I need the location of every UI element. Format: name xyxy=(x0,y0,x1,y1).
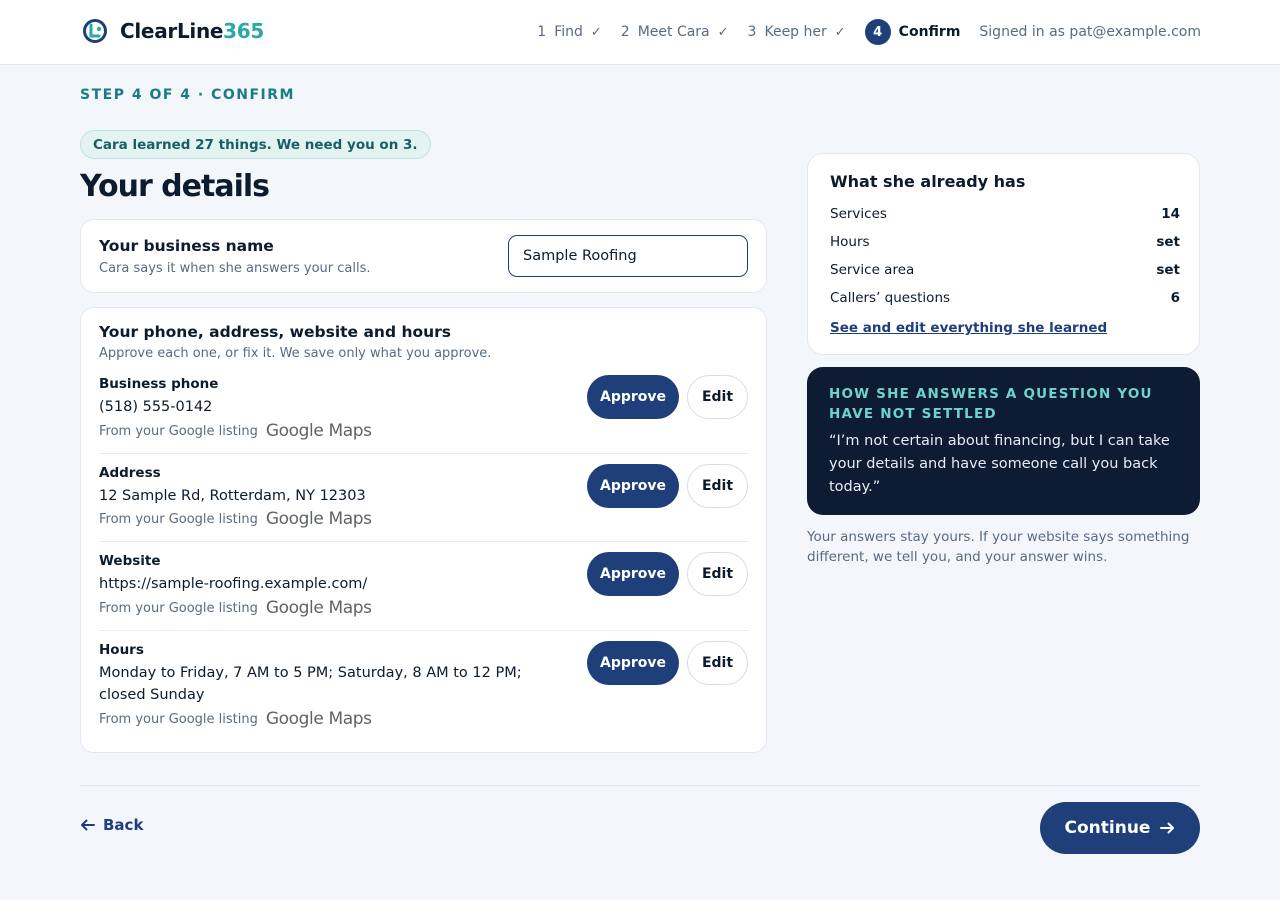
step-eyebrow: STEP 4 OF 4 · CONFIRM xyxy=(80,87,295,103)
step-label: Confirm xyxy=(898,24,961,40)
step-label: Find xyxy=(554,24,583,40)
row-divider xyxy=(99,630,749,631)
see-everything-link[interactable]: See and edit everything she learned xyxy=(830,320,1107,336)
stat-row-callers-questions: Callers’ questions 6 xyxy=(830,290,1180,306)
already-has-title: What she already has xyxy=(830,172,1026,191)
detail-source: From your Google listing Google Maps xyxy=(99,598,372,618)
details-title: Your phone, address, website and hours xyxy=(99,323,452,341)
source-label: From your Google listing xyxy=(99,600,258,616)
business-name-input[interactable] xyxy=(508,235,748,277)
business-name-subtitle: Cara says it when she answers your calls… xyxy=(99,261,371,276)
edit-button[interactable]: Edit xyxy=(687,641,748,685)
approve-button[interactable]: Approve xyxy=(587,552,679,596)
continue-label: Continue xyxy=(1064,818,1151,838)
signed-in-text: Signed in as pat@example.com xyxy=(979,24,1201,40)
stat-row-services: Services 14 xyxy=(830,206,1180,222)
step-keep-her[interactable]: 3 Keep her ✓ xyxy=(748,24,846,40)
detail-label: Address xyxy=(99,465,161,481)
back-button[interactable]: Back xyxy=(80,816,143,834)
detail-row-hours: Hours Monday to Friday, 7 AM to 5 PM; Sa… xyxy=(99,641,749,738)
detail-label: Hours xyxy=(99,642,144,658)
detail-row-phone: Business phone (518) 555-0142 From your … xyxy=(99,375,749,452)
back-label: Back xyxy=(103,816,144,834)
row-divider xyxy=(99,453,749,454)
step-number: 1 xyxy=(537,24,547,40)
learned-pill: Cara learned 27 things. We need you on 3… xyxy=(80,130,431,159)
answers-note: Your answers stay yours. If your website… xyxy=(807,529,1190,565)
approve-button[interactable]: Approve xyxy=(587,641,679,685)
step-number: 2 xyxy=(620,24,630,40)
business-name-card: Your business name Cara says it when she… xyxy=(80,219,767,293)
top-bar: ClearLine365 1 Find ✓ 2 Meet Cara ✓ 3 Ke… xyxy=(0,0,1280,65)
stat-value: 14 xyxy=(1161,206,1180,222)
google-maps-logo: Google Maps xyxy=(265,709,372,729)
check-icon: ✓ xyxy=(590,24,602,40)
step-number: 3 xyxy=(747,24,757,40)
step-meet-cara[interactable]: 2 Meet Cara ✓ xyxy=(621,24,729,40)
details-card: Your phone, address, website and hours A… xyxy=(80,307,767,753)
row-divider xyxy=(99,541,749,542)
already-has-card: What she already has Services 14 Hours s… xyxy=(807,153,1200,355)
unsettled-eyebrow: HOW SHE ANSWERS A QUESTION YOU HAVE NOT … xyxy=(829,386,1153,422)
edit-button[interactable]: Edit xyxy=(687,375,748,419)
stat-label: Services xyxy=(830,206,887,222)
approve-button[interactable]: Approve xyxy=(587,375,679,419)
step-label: Keep her xyxy=(764,24,827,40)
unsettled-question-card: HOW SHE ANSWERS A QUESTION YOU HAVE NOT … xyxy=(807,367,1200,515)
detail-label: Business phone xyxy=(99,376,219,392)
detail-label: Website xyxy=(99,553,161,569)
source-label: From your Google listing xyxy=(99,511,258,527)
step-label: Meet Cara xyxy=(637,24,710,40)
detail-value: https://sample-roofing.example.com/ xyxy=(99,576,368,592)
detail-source: From your Google listing Google Maps xyxy=(99,421,372,441)
stat-value: set xyxy=(1156,234,1180,250)
detail-row-address: Address 12 Sample Rd, Rotterdam, NY 1230… xyxy=(99,464,749,541)
detail-value: Monday to Friday, 7 AM to 5 PM; Saturday… xyxy=(99,665,522,703)
footer-divider xyxy=(80,785,1200,786)
google-maps-logo: Google Maps xyxy=(265,509,372,529)
logo-icon xyxy=(83,19,107,43)
stat-label: Callers’ questions xyxy=(830,290,951,306)
detail-value: 12 Sample Rd, Rotterdam, NY 12303 xyxy=(99,488,366,504)
continue-button[interactable]: Continue xyxy=(1040,802,1200,854)
check-icon: ✓ xyxy=(834,24,846,40)
progress-steps: 1 Find ✓ 2 Meet Cara ✓ 3 Keep her ✓ 4 Co… xyxy=(537,19,1201,45)
stat-value: 6 xyxy=(1170,290,1180,306)
step-badge: 4 xyxy=(864,19,891,45)
edit-button[interactable]: Edit xyxy=(687,464,748,508)
brand-logo[interactable]: ClearLine365 xyxy=(82,18,264,44)
approve-button[interactable]: Approve xyxy=(587,464,679,508)
google-maps-logo: Google Maps xyxy=(265,598,372,618)
arrow-left-icon xyxy=(81,819,95,831)
stat-value: set xyxy=(1156,262,1180,278)
edit-button[interactable]: Edit xyxy=(687,552,748,596)
step-confirm: 4 Confirm xyxy=(864,19,961,45)
check-icon: ✓ xyxy=(717,24,729,40)
google-maps-logo: Google Maps xyxy=(265,421,372,441)
detail-row-website: Website https://sample-roofing.example.c… xyxy=(99,552,749,629)
brand-name: ClearLine365 xyxy=(120,19,265,43)
page-title: Your details xyxy=(80,169,270,204)
business-name-title: Your business name xyxy=(99,237,274,255)
source-label: From your Google listing xyxy=(99,711,258,727)
source-label: From your Google listing xyxy=(99,423,258,439)
unsettled-quote: “I’m not certain about financing, but I … xyxy=(829,433,1170,495)
step-find[interactable]: 1 Find ✓ xyxy=(537,24,602,40)
arrow-right-icon xyxy=(1160,822,1175,834)
stat-label: Service area xyxy=(830,262,915,278)
stat-row-hours: Hours set xyxy=(830,234,1180,250)
details-subtitle: Approve each one, or fix it. We save onl… xyxy=(99,346,492,361)
detail-source: From your Google listing Google Maps xyxy=(99,509,372,529)
detail-value: (518) 555-0142 xyxy=(99,399,213,415)
stat-row-service-area: Service area set xyxy=(830,262,1180,278)
detail-source: From your Google listing Google Maps xyxy=(99,709,372,729)
stat-label: Hours xyxy=(830,234,870,250)
